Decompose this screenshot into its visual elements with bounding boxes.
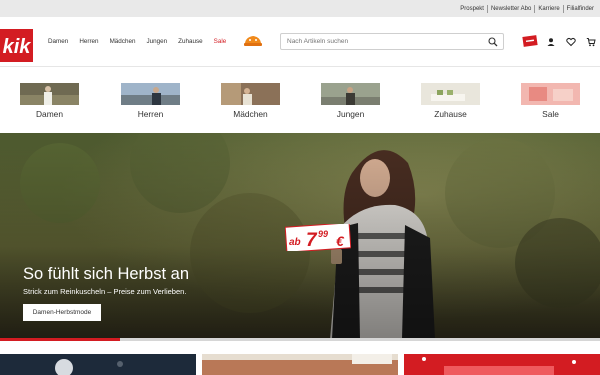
nav-zuhause[interactable]: Zuhause — [178, 38, 203, 45]
karriere-link[interactable]: Karriere — [535, 6, 562, 12]
category-zuhause-image — [421, 83, 480, 105]
price-prefix: ab — [289, 237, 301, 248]
account-icon[interactable] — [546, 37, 556, 47]
slider-progress[interactable] — [0, 338, 600, 341]
category-sale[interactable]: Sale — [521, 82, 581, 122]
search-input[interactable] — [287, 34, 477, 49]
category-label: Zuhause — [434, 109, 467, 119]
slider-progress-fill — [0, 338, 120, 341]
category-maedchen-image — [221, 83, 280, 105]
deal-badge-icon[interactable] — [243, 34, 263, 48]
nav-sale[interactable]: Sale — [214, 38, 227, 45]
hero-cta-button[interactable]: Damen-Herbstmode — [23, 304, 101, 321]
nav-jungen[interactable]: Jungen — [146, 38, 167, 45]
nav-damen[interactable]: Damen — [48, 38, 68, 45]
prospekt-link[interactable]: Prospekt — [457, 6, 487, 12]
promo-tile-home[interactable] — [202, 354, 398, 375]
price-badge: ab 7 99 € — [285, 224, 351, 251]
price-cents: 99 — [318, 229, 328, 239]
kik-logo[interactable]: kik — [0, 29, 33, 62]
price-main: 7 — [306, 230, 318, 251]
search-icon[interactable] — [488, 37, 498, 47]
search-box — [280, 33, 504, 50]
price-currency: € — [336, 233, 345, 249]
category-herren[interactable]: Herren — [121, 82, 181, 122]
category-jungen-image — [321, 83, 380, 105]
category-herren-image — [121, 83, 180, 105]
category-tiles: Damen Herren Mädchen Jungen Zuhause Sale — [0, 82, 600, 122]
category-label: Sale — [542, 109, 559, 119]
filialfinder-link[interactable]: Filialfinder — [564, 6, 597, 12]
main-nav: Damen Herren Mädchen Jungen Zuhause Sale — [48, 38, 237, 45]
category-label: Jungen — [336, 109, 365, 119]
promo-tile-sale[interactable] — [404, 354, 600, 375]
category-maedchen[interactable]: Mädchen — [221, 82, 281, 122]
utility-bar: Prospekt Newsletter Abo Karriere Filialf… — [0, 0, 600, 17]
category-zuhause[interactable]: Zuhause — [421, 82, 481, 122]
promo-tile-halloween[interactable] — [0, 354, 196, 375]
site-header: kik Damen Herren Mädchen Jungen Zuhause … — [0, 17, 600, 67]
category-label: Herren — [137, 109, 164, 119]
utility-links: Prospekt Newsletter Abo Karriere Filialf… — [457, 0, 597, 17]
category-damen-image — [20, 83, 79, 105]
hero-subtitle: Strick zum Reinkuscheln – Preise zum Ver… — [23, 287, 187, 296]
wishlist-heart-icon[interactable] — [566, 37, 576, 47]
cart-icon[interactable] — [586, 37, 596, 47]
category-label: Damen — [36, 109, 63, 119]
newsletter-link[interactable]: Newsletter Abo — [488, 6, 534, 12]
nav-maedchen[interactable]: Mädchen — [110, 38, 136, 45]
hero-title: So fühlt sich Herbst an — [23, 265, 189, 283]
category-label: Mädchen — [233, 109, 268, 119]
nav-herren[interactable]: Herren — [79, 38, 98, 45]
logo-wordmark: kik — [3, 36, 32, 58]
category-jungen[interactable]: Jungen — [321, 82, 381, 122]
my-kik-icon[interactable] — [522, 34, 538, 48]
category-damen[interactable]: Damen — [20, 82, 80, 122]
category-sale-image — [521, 83, 580, 105]
